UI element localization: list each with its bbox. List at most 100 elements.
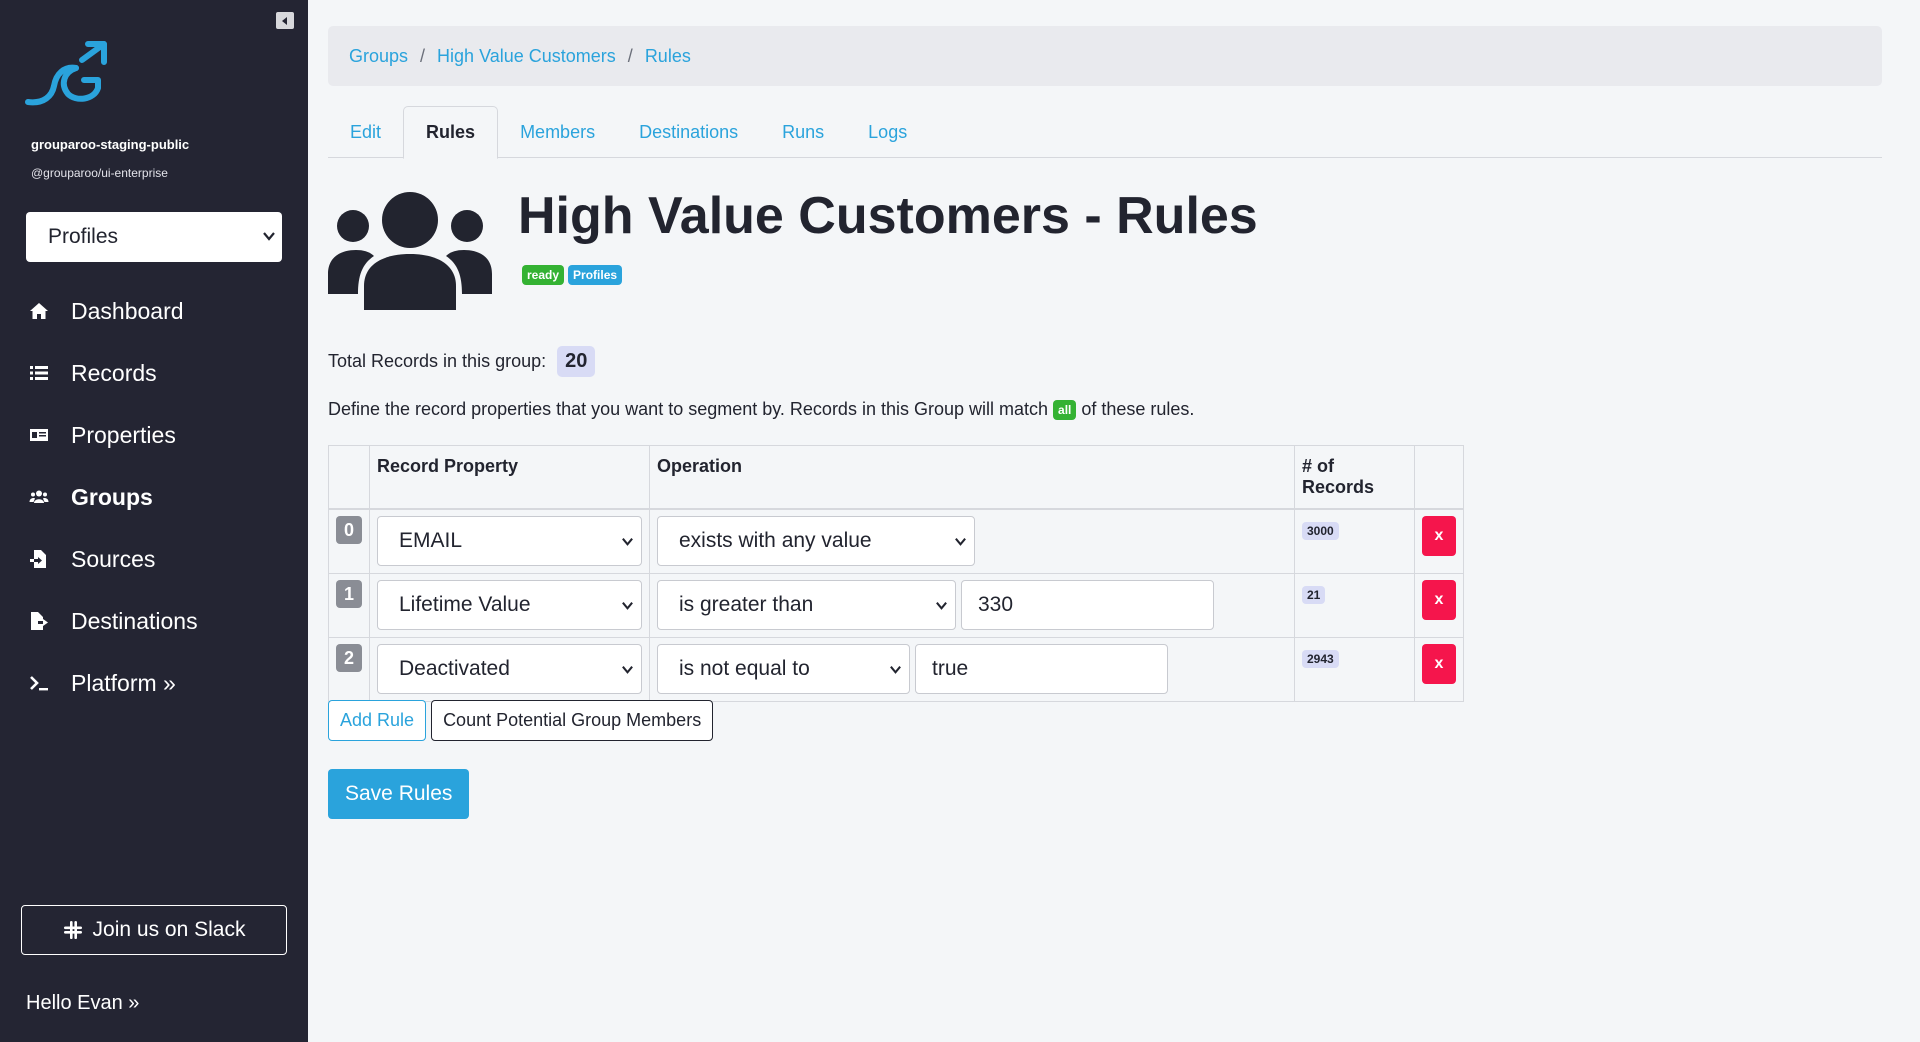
rule-value: true — [932, 656, 969, 680]
users-icon — [28, 486, 50, 508]
count-cell: 2943 — [1294, 636, 1415, 702]
file-import-icon — [28, 548, 50, 570]
table-row: 1 Lifetime Value is greater than 330 21 … — [328, 572, 1464, 638]
sidebar-item-label: Groups — [71, 483, 153, 510]
rule-record-count: 2943 — [1302, 649, 1339, 668]
index-column-header — [328, 445, 370, 510]
tab-destinations[interactable]: Destinations — [617, 106, 760, 158]
tab-edit[interactable]: Edit — [328, 106, 403, 158]
property-cell: Deactivated — [369, 636, 650, 702]
add-rule-button[interactable]: Add Rule — [328, 700, 427, 741]
chevron-down-icon — [622, 601, 633, 610]
property-select-value: Lifetime Value — [399, 592, 531, 616]
id-card-icon — [28, 424, 50, 446]
rule-value-input[interactable]: 330 — [961, 579, 1214, 630]
operation-select-value: is not equal to — [679, 656, 810, 680]
file-export-icon — [28, 610, 50, 632]
row-index: 2 — [336, 643, 362, 672]
sidebar-item-label: Records — [71, 359, 157, 386]
status-badges: ready Profiles — [522, 265, 623, 285]
delete-cell: x — [1414, 508, 1464, 574]
sidebar-item-platform[interactable]: Platform » — [0, 652, 308, 714]
property-select[interactable]: EMAIL — [377, 516, 642, 566]
sidebar-item-dashboard[interactable]: Dashboard — [0, 280, 308, 342]
chevron-down-icon — [955, 538, 966, 546]
rules-description: Define the record properties that you wa… — [328, 399, 1194, 420]
delete-column-header — [1414, 445, 1464, 510]
save-rules-button[interactable]: Save Rules — [328, 769, 470, 819]
property-cell: Lifetime Value — [369, 572, 650, 638]
model-select[interactable]: Profiles — [26, 212, 282, 262]
sidebar-item-sources[interactable]: Sources — [0, 528, 308, 590]
sidebar-item-records[interactable]: Records — [0, 342, 308, 404]
table-row: 0 EMAIL exists with any value 3000 x — [328, 508, 1464, 574]
user-greeting-link[interactable]: Hello Evan » — [26, 992, 139, 1015]
tab-members[interactable]: Members — [498, 106, 617, 158]
join-slack-label: Join us on Slack — [92, 918, 246, 941]
rule-value: 330 — [978, 592, 1014, 616]
chevron-down-icon — [936, 601, 947, 610]
operation-select[interactable]: is not equal to — [657, 643, 910, 694]
row-index-cell: 2 — [328, 636, 370, 702]
sidebar-item-properties[interactable]: Properties — [0, 404, 308, 466]
breadcrumb-rules[interactable]: Rules — [645, 46, 691, 67]
breadcrumb-groups[interactable]: Groups — [349, 46, 408, 67]
sidebar: grouparoo-staging-public @grouparoo/ui-e… — [0, 0, 308, 1042]
sidebar-item-label: Properties — [71, 421, 176, 448]
chevron-down-icon — [890, 665, 901, 674]
column-header-count: # of Records — [1294, 445, 1415, 510]
count-cell: 3000 — [1294, 508, 1415, 574]
breadcrumb-separator: / — [627, 45, 633, 66]
operation-select-value: exists with any value — [679, 529, 872, 552]
tab-logs[interactable]: Logs — [846, 106, 929, 158]
sidebar-item-label: Dashboard — [71, 297, 184, 324]
state-badge: ready — [522, 265, 565, 285]
tab-runs[interactable]: Runs — [760, 106, 846, 158]
breadcrumb-group[interactable]: High Value Customers — [437, 46, 616, 67]
rule-value-input[interactable]: true — [915, 643, 1168, 694]
property-select-value: Deactivated — [399, 656, 510, 680]
grouparoo-logo[interactable] — [24, 36, 112, 108]
operation-select[interactable]: is greater than — [657, 579, 956, 630]
operation-controls: exists with any value — [657, 516, 1287, 566]
org-package: @grouparoo/ui-enterprise — [31, 166, 168, 180]
terminal-icon — [28, 672, 50, 694]
sidebar-item-label: Sources — [71, 545, 156, 572]
chevron-down-icon — [622, 538, 633, 546]
row-index-cell: 0 — [328, 508, 370, 574]
chevron-down-icon — [263, 232, 275, 241]
sidebar-item-groups[interactable]: Groups — [0, 466, 308, 528]
column-header-operation: Operation — [649, 445, 1295, 510]
delete-rule-button[interactable]: x — [1422, 643, 1456, 684]
operation-cell: exists with any value — [649, 508, 1295, 574]
count-members-button[interactable]: Count Potential Group Members — [431, 700, 714, 741]
rules-table: Record Property Operation # of Records 0… — [328, 445, 1464, 702]
group-tabs: Edit Rules Members Destinations Runs Log… — [328, 106, 1882, 159]
rule-record-count: 3000 — [1302, 522, 1339, 540]
breadcrumb: Groups / High Value Customers / Rules — [328, 26, 1882, 86]
property-select[interactable]: Lifetime Value — [377, 579, 642, 630]
join-slack-button[interactable]: Join us on Slack — [21, 905, 287, 955]
caret-left-icon — [282, 16, 287, 25]
operation-cell: is greater than 330 — [649, 572, 1295, 638]
sidebar-item-label: Platform » — [71, 669, 176, 696]
property-select[interactable]: Deactivated — [377, 643, 642, 694]
collapse-sidebar-button[interactable] — [276, 12, 294, 29]
org-name: grouparoo-staging-public — [31, 137, 190, 152]
operation-cell: is not equal to true — [649, 636, 1295, 702]
delete-rule-button[interactable]: x — [1422, 516, 1456, 556]
delete-rule-button[interactable]: x — [1422, 579, 1456, 620]
list-icon — [28, 362, 50, 384]
sidebar-item-destinations[interactable]: Destinations — [0, 590, 308, 652]
rule-record-count: 21 — [1302, 585, 1326, 604]
model-select-value: Profiles — [48, 225, 119, 248]
operation-select[interactable]: exists with any value — [657, 516, 975, 566]
table-row: 2 Deactivated is not equal to true 2943 … — [328, 636, 1464, 702]
count-cell: 21 — [1294, 572, 1415, 638]
rules-description-before: Define the record properties that you wa… — [328, 399, 1049, 419]
slack-icon — [63, 921, 82, 939]
delete-cell: x — [1414, 572, 1464, 638]
column-header-property: Record Property — [369, 445, 650, 510]
tab-rules[interactable]: Rules — [403, 106, 499, 159]
home-icon — [28, 300, 50, 322]
